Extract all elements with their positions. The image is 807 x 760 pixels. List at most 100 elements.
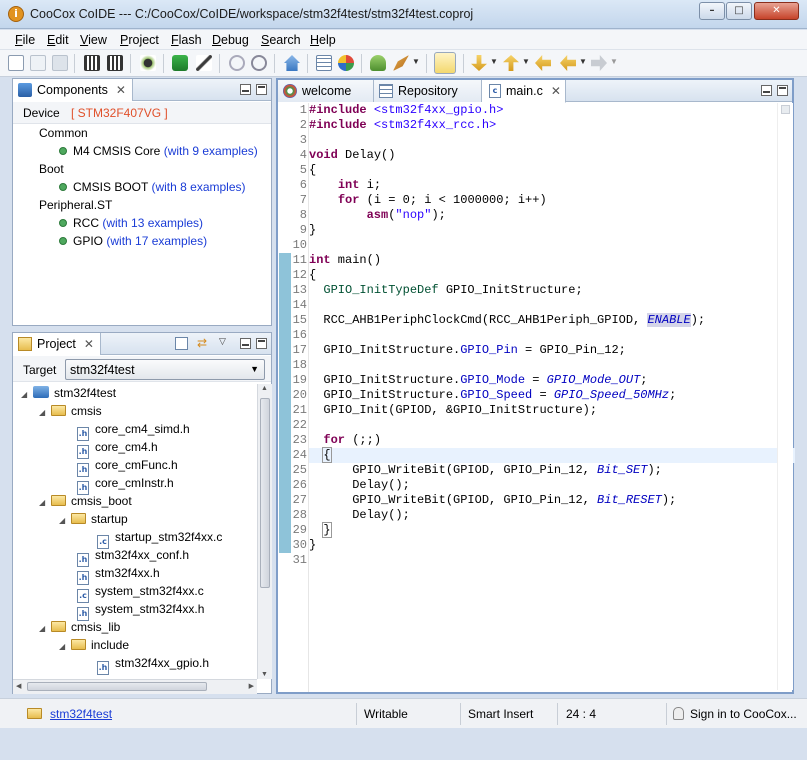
highlight-icon[interactable]	[434, 52, 456, 74]
tab-welcome[interactable]: welcome	[278, 80, 374, 102]
menu-help[interactable]: Help	[310, 33, 336, 47]
build-icon[interactable]	[84, 55, 100, 71]
minimize-icon[interactable]	[240, 84, 251, 95]
new-project-icon[interactable]	[8, 55, 24, 71]
settings-gear-icon[interactable]	[251, 55, 267, 71]
close-icon[interactable]: ✕	[116, 83, 126, 97]
line-number: 8	[299, 208, 307, 222]
tree-item-stm32f4xx-h[interactable]: .h stm32f4xx.h	[77, 564, 160, 585]
chevron-down-icon: ◢	[59, 516, 66, 525]
link-with-editor-icon[interactable]: ⇄	[197, 337, 211, 350]
maximize-icon[interactable]	[777, 85, 788, 96]
components-view-icon[interactable]	[316, 55, 332, 71]
tree-item-core-cm4[interactable]: .h core_cm4.h	[77, 438, 158, 459]
maximize-button[interactable]: □	[726, 2, 752, 20]
project-folder-icon	[18, 337, 32, 351]
minimize-icon[interactable]	[761, 85, 772, 96]
tab-main-c[interactable]: c main.c ✕	[482, 80, 566, 103]
sign-in-link[interactable]: Sign in to CooCox...	[690, 707, 797, 721]
maximize-icon[interactable]	[256, 338, 267, 349]
scroll-thumb[interactable]	[27, 682, 207, 691]
tree-item-include[interactable]: ◢ include	[59, 636, 129, 654]
component-rcc[interactable]: RCC (with 13 examples)	[59, 216, 203, 230]
erase-icon[interactable]	[196, 55, 212, 71]
chevron-down-icon: ◢	[39, 408, 46, 417]
tree-item-cmsis-boot[interactable]: ◢ cmsis_boot	[39, 492, 132, 510]
minimize-button[interactable]: –	[699, 2, 725, 20]
chevron-down-icon[interactable]: ▼	[610, 57, 618, 66]
tree-item-system-stm32f4xx-h[interactable]: .h system_stm32f4xx.h	[77, 600, 204, 621]
debug-icon[interactable]	[140, 55, 156, 71]
menu-edit[interactable]: Edit	[47, 33, 69, 47]
tree-item-core-cmfunc[interactable]: .h core_cmFunc.h	[77, 456, 178, 477]
chevron-down-icon: ◢	[21, 390, 28, 399]
scroll-down-icon[interactable]: ▼	[261, 671, 268, 678]
device-value[interactable]: [ STM32F407VG ]	[71, 106, 168, 120]
chevron-down-icon[interactable]: ▼	[412, 57, 420, 66]
configure-icon[interactable]	[229, 55, 245, 71]
current-line-highlight	[309, 448, 795, 463]
status-project-link[interactable]: stm32f4test	[50, 707, 112, 721]
line-number: 13	[292, 283, 307, 297]
tree-item-stm32f4test[interactable]: ◢ stm32f4test	[21, 384, 116, 402]
rebuild-icon[interactable]	[107, 55, 123, 71]
menu-debug[interactable]: Debug	[212, 33, 249, 47]
examples-link[interactable]: (with 17 examples)	[106, 234, 207, 248]
tree-item-stm32f4xx-gpio[interactable]: .h stm32f4xx_gpio.h	[97, 654, 209, 675]
user-icon	[673, 707, 684, 720]
new-file-icon[interactable]	[30, 55, 46, 71]
scroll-right-icon[interactable]: ▶	[249, 682, 254, 690]
menu-view[interactable]: View	[80, 33, 107, 47]
scroll-thumb[interactable]	[260, 398, 270, 588]
line-number: 27	[292, 493, 307, 507]
tree-item-system-stm32f4xx-c[interactable]: .c system_stm32f4xx.c	[77, 582, 204, 603]
menu-project[interactable]: Project	[120, 33, 159, 47]
repository-icon[interactable]	[338, 55, 354, 71]
code-editor[interactable]: 1 2 3 4 5 6 7 8 9 10 11 12 13 14 15 16 17 18 19 20 21 22 23 24 2…	[279, 103, 795, 692]
chevron-down-icon[interactable]: ▼	[490, 57, 498, 66]
line-number: 5	[299, 163, 307, 177]
tree-item-cmsis-lib[interactable]: ◢ cmsis_lib	[39, 618, 120, 636]
menu-search[interactable]: Search	[261, 33, 301, 47]
minimize-icon[interactable]	[240, 338, 251, 349]
horizontal-scrollbar[interactable]: ◀ ▶	[13, 679, 257, 694]
close-icon[interactable]: ✕	[551, 84, 561, 98]
examples-link[interactable]: (with 9 examples)	[164, 144, 258, 158]
line-number: 2	[299, 118, 307, 132]
tree-item-core-cm4-simd[interactable]: .h core_cm4_simd.h	[77, 420, 190, 441]
close-icon[interactable]: ✕	[84, 337, 94, 351]
download-icon[interactable]	[172, 55, 188, 71]
project-scrollbar[interactable]: ▲ ▼	[257, 384, 272, 679]
component-cmsis-boot[interactable]: CMSIS BOOT (with 8 examples)	[59, 180, 246, 194]
tree-item-startup-stm32f4xx[interactable]: .c startup_stm32f4xx.c	[97, 528, 222, 549]
save-icon[interactable]	[52, 55, 68, 71]
examples-link[interactable]: (with 13 examples)	[102, 216, 203, 230]
tab-components[interactable]: Components ✕	[13, 79, 133, 101]
line-number: 28	[292, 508, 307, 522]
maximize-icon[interactable]	[256, 84, 267, 95]
line-number: 18	[292, 358, 307, 372]
collapse-all-icon[interactable]	[175, 337, 188, 350]
line-number: 7	[299, 193, 307, 207]
scroll-left-icon[interactable]: ◀	[16, 682, 21, 690]
tree-item-cmsis[interactable]: ◢ cmsis	[39, 402, 102, 420]
close-button[interactable]: ✕	[754, 2, 799, 20]
line-number: 19	[292, 373, 307, 387]
project-icon	[33, 386, 49, 398]
tree-item-core-cminstr[interactable]: .h core_cmInstr.h	[77, 474, 174, 495]
menu-file[interactable]: File	[15, 33, 35, 47]
component-gpio[interactable]: GPIO (with 17 examples)	[59, 234, 207, 248]
view-menu-icon[interactable]: ▽	[219, 336, 226, 347]
target-connect-icon[interactable]	[370, 55, 386, 71]
component-m4-cmsis-core[interactable]: M4 CMSIS Core (with 9 examples)	[59, 144, 258, 158]
target-select[interactable]: stm32f4test ▼	[65, 359, 265, 380]
examples-link[interactable]: (with 8 examples)	[151, 180, 245, 194]
menu-flash[interactable]: Flash	[171, 33, 202, 47]
tab-project[interactable]: Project ✕	[13, 333, 101, 355]
tree-item-startup[interactable]: ◢ startup	[59, 510, 128, 528]
chevron-down-icon[interactable]: ▼	[522, 57, 530, 66]
scroll-up-icon[interactable]: ▲	[261, 385, 268, 392]
tab-repository[interactable]: Repository	[374, 80, 482, 102]
chevron-down-icon[interactable]: ▼	[579, 57, 587, 66]
tree-item-stm32f4xx-conf[interactable]: .h stm32f4xx_conf.h	[77, 546, 189, 567]
